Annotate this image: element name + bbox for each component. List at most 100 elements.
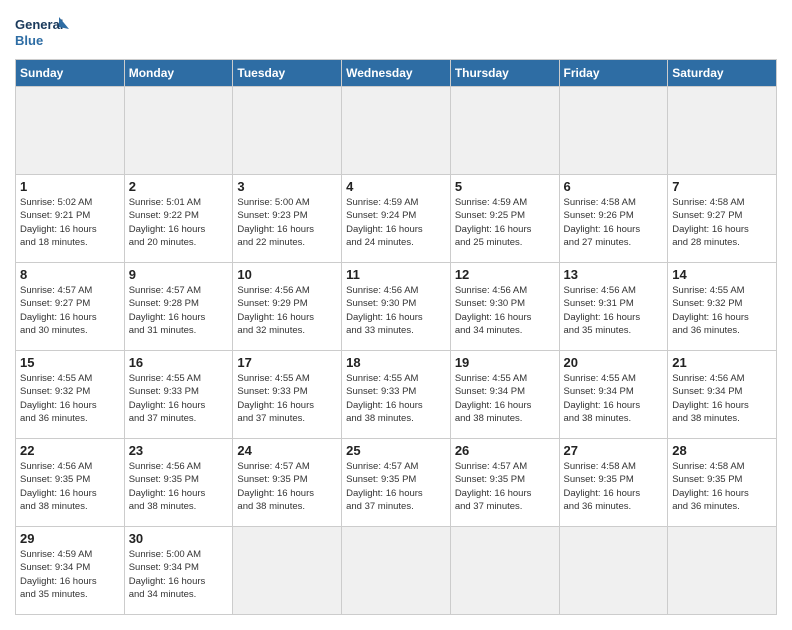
day-number: 2 <box>129 179 229 194</box>
day-cell: 2 Sunrise: 5:01 AM Sunset: 9:22 PM Daylig… <box>124 175 233 263</box>
day-number: 5 <box>455 179 555 194</box>
day-cell: 28 Sunrise: 4:58 AM Sunset: 9:35 PM Dayli… <box>668 439 777 527</box>
day-cell <box>450 527 559 615</box>
day-cell: 14 Sunrise: 4:55 AM Sunset: 9:32 PM Dayli… <box>668 263 777 351</box>
day-cell <box>342 527 451 615</box>
weekday-header-monday: Monday <box>124 60 233 87</box>
day-info: Sunrise: 4:56 AM Sunset: 9:35 PM Dayligh… <box>20 460 120 513</box>
day-info: Sunrise: 4:58 AM Sunset: 9:35 PM Dayligh… <box>672 460 772 513</box>
day-cell <box>233 527 342 615</box>
day-cell <box>668 87 777 175</box>
day-number: 1 <box>20 179 120 194</box>
day-cell: 21 Sunrise: 4:56 AM Sunset: 9:34 PM Dayli… <box>668 351 777 439</box>
week-row-4: 15 Sunrise: 4:55 AM Sunset: 9:32 PM Dayli… <box>16 351 777 439</box>
weekday-header-saturday: Saturday <box>668 60 777 87</box>
day-number: 27 <box>564 443 664 458</box>
day-number: 3 <box>237 179 337 194</box>
day-info: Sunrise: 4:56 AM Sunset: 9:29 PM Dayligh… <box>237 284 337 337</box>
day-cell: 3 Sunrise: 5:00 AM Sunset: 9:23 PM Daylig… <box>233 175 342 263</box>
day-cell: 25 Sunrise: 4:57 AM Sunset: 9:35 PM Dayli… <box>342 439 451 527</box>
day-number: 21 <box>672 355 772 370</box>
day-info: Sunrise: 4:55 AM Sunset: 9:32 PM Dayligh… <box>672 284 772 337</box>
weekday-header-sunday: Sunday <box>16 60 125 87</box>
day-number: 14 <box>672 267 772 282</box>
day-cell <box>342 87 451 175</box>
day-info: Sunrise: 4:58 AM Sunset: 9:27 PM Dayligh… <box>672 196 772 249</box>
week-row-2: 1 Sunrise: 5:02 AM Sunset: 9:21 PM Daylig… <box>16 175 777 263</box>
day-cell: 11 Sunrise: 4:56 AM Sunset: 9:30 PM Dayli… <box>342 263 451 351</box>
day-info: Sunrise: 4:59 AM Sunset: 9:34 PM Dayligh… <box>20 548 120 601</box>
logo-svg: GeneralBlue <box>15 15 75 51</box>
day-cell: 4 Sunrise: 4:59 AM Sunset: 9:24 PM Daylig… <box>342 175 451 263</box>
day-cell: 10Sunrise: 4:56 AM Sunset: 9:29 PM Dayli… <box>233 263 342 351</box>
day-cell <box>124 87 233 175</box>
day-number: 25 <box>346 443 446 458</box>
day-info: Sunrise: 4:55 AM Sunset: 9:33 PM Dayligh… <box>129 372 229 425</box>
day-cell: 30Sunrise: 5:00 AM Sunset: 9:34 PM Dayli… <box>124 527 233 615</box>
weekday-header-wednesday: Wednesday <box>342 60 451 87</box>
svg-text:Blue: Blue <box>15 33 43 48</box>
day-number: 6 <box>564 179 664 194</box>
day-info: Sunrise: 4:57 AM Sunset: 9:35 PM Dayligh… <box>455 460 555 513</box>
day-info: Sunrise: 4:56 AM Sunset: 9:30 PM Dayligh… <box>346 284 446 337</box>
day-info: Sunrise: 4:55 AM Sunset: 9:32 PM Dayligh… <box>20 372 120 425</box>
day-number: 7 <box>672 179 772 194</box>
logo: GeneralBlue <box>15 15 75 51</box>
week-row-3: 8Sunrise: 4:57 AM Sunset: 9:27 PM Daylig… <box>16 263 777 351</box>
day-number: 26 <box>455 443 555 458</box>
day-info: Sunrise: 4:58 AM Sunset: 9:26 PM Dayligh… <box>564 196 664 249</box>
day-number: 16 <box>129 355 229 370</box>
day-cell: 26 Sunrise: 4:57 AM Sunset: 9:35 PM Dayli… <box>450 439 559 527</box>
day-number: 28 <box>672 443 772 458</box>
day-cell <box>233 87 342 175</box>
day-cell: 23Sunrise: 4:56 AM Sunset: 9:35 PM Dayli… <box>124 439 233 527</box>
day-number: 23 <box>129 443 229 458</box>
day-info: Sunrise: 4:58 AM Sunset: 9:35 PM Dayligh… <box>564 460 664 513</box>
day-number: 11 <box>346 267 446 282</box>
day-number: 12 <box>455 267 555 282</box>
day-cell: 18 Sunrise: 4:55 AM Sunset: 9:33 PM Dayli… <box>342 351 451 439</box>
day-info: Sunrise: 4:56 AM Sunset: 9:31 PM Dayligh… <box>564 284 664 337</box>
day-cell: 1 Sunrise: 5:02 AM Sunset: 9:21 PM Daylig… <box>16 175 125 263</box>
day-cell: 8Sunrise: 4:57 AM Sunset: 9:27 PM Daylig… <box>16 263 125 351</box>
weekday-header-thursday: Thursday <box>450 60 559 87</box>
day-number: 4 <box>346 179 446 194</box>
day-info: Sunrise: 5:00 AM Sunset: 9:23 PM Dayligh… <box>237 196 337 249</box>
day-info: Sunrise: 4:56 AM Sunset: 9:34 PM Dayligh… <box>672 372 772 425</box>
day-cell: 6 Sunrise: 4:58 AM Sunset: 9:26 PM Daylig… <box>559 175 668 263</box>
day-number: 18 <box>346 355 446 370</box>
day-info: Sunrise: 4:56 AM Sunset: 9:30 PM Dayligh… <box>455 284 555 337</box>
day-cell <box>668 527 777 615</box>
day-number: 22 <box>20 443 120 458</box>
day-cell <box>559 87 668 175</box>
week-row-1 <box>16 87 777 175</box>
day-info: Sunrise: 4:55 AM Sunset: 9:33 PM Dayligh… <box>346 372 446 425</box>
day-number: 9 <box>129 267 229 282</box>
weekday-header-row: SundayMondayTuesdayWednesdayThursdayFrid… <box>16 60 777 87</box>
day-number: 17 <box>237 355 337 370</box>
day-cell <box>559 527 668 615</box>
day-number: 13 <box>564 267 664 282</box>
day-info: Sunrise: 4:55 AM Sunset: 9:33 PM Dayligh… <box>237 372 337 425</box>
day-number: 15 <box>20 355 120 370</box>
day-cell: 5 Sunrise: 4:59 AM Sunset: 9:25 PM Daylig… <box>450 175 559 263</box>
day-info: Sunrise: 4:59 AM Sunset: 9:25 PM Dayligh… <box>455 196 555 249</box>
day-cell: 19Sunrise: 4:55 AM Sunset: 9:34 PM Dayli… <box>450 351 559 439</box>
day-number: 30 <box>129 531 229 546</box>
day-info: Sunrise: 4:55 AM Sunset: 9:34 PM Dayligh… <box>455 372 555 425</box>
day-cell: 15 Sunrise: 4:55 AM Sunset: 9:32 PM Dayli… <box>16 351 125 439</box>
day-info: Sunrise: 5:02 AM Sunset: 9:21 PM Dayligh… <box>20 196 120 249</box>
day-cell: 22 Sunrise: 4:56 AM Sunset: 9:35 PM Dayli… <box>16 439 125 527</box>
day-number: 20 <box>564 355 664 370</box>
svg-text:General: General <box>15 17 63 32</box>
day-info: Sunrise: 4:57 AM Sunset: 9:28 PM Dayligh… <box>129 284 229 337</box>
day-info: Sunrise: 5:01 AM Sunset: 9:22 PM Dayligh… <box>129 196 229 249</box>
day-cell: 27 Sunrise: 4:58 AM Sunset: 9:35 PM Dayli… <box>559 439 668 527</box>
day-cell <box>16 87 125 175</box>
day-cell: 29Sunrise: 4:59 AM Sunset: 9:34 PM Dayli… <box>16 527 125 615</box>
day-info: Sunrise: 4:57 AM Sunset: 9:35 PM Dayligh… <box>346 460 446 513</box>
weekday-header-friday: Friday <box>559 60 668 87</box>
day-info: Sunrise: 4:59 AM Sunset: 9:24 PM Dayligh… <box>346 196 446 249</box>
day-cell: 13 Sunrise: 4:56 AM Sunset: 9:31 PM Dayli… <box>559 263 668 351</box>
day-number: 8 <box>20 267 120 282</box>
